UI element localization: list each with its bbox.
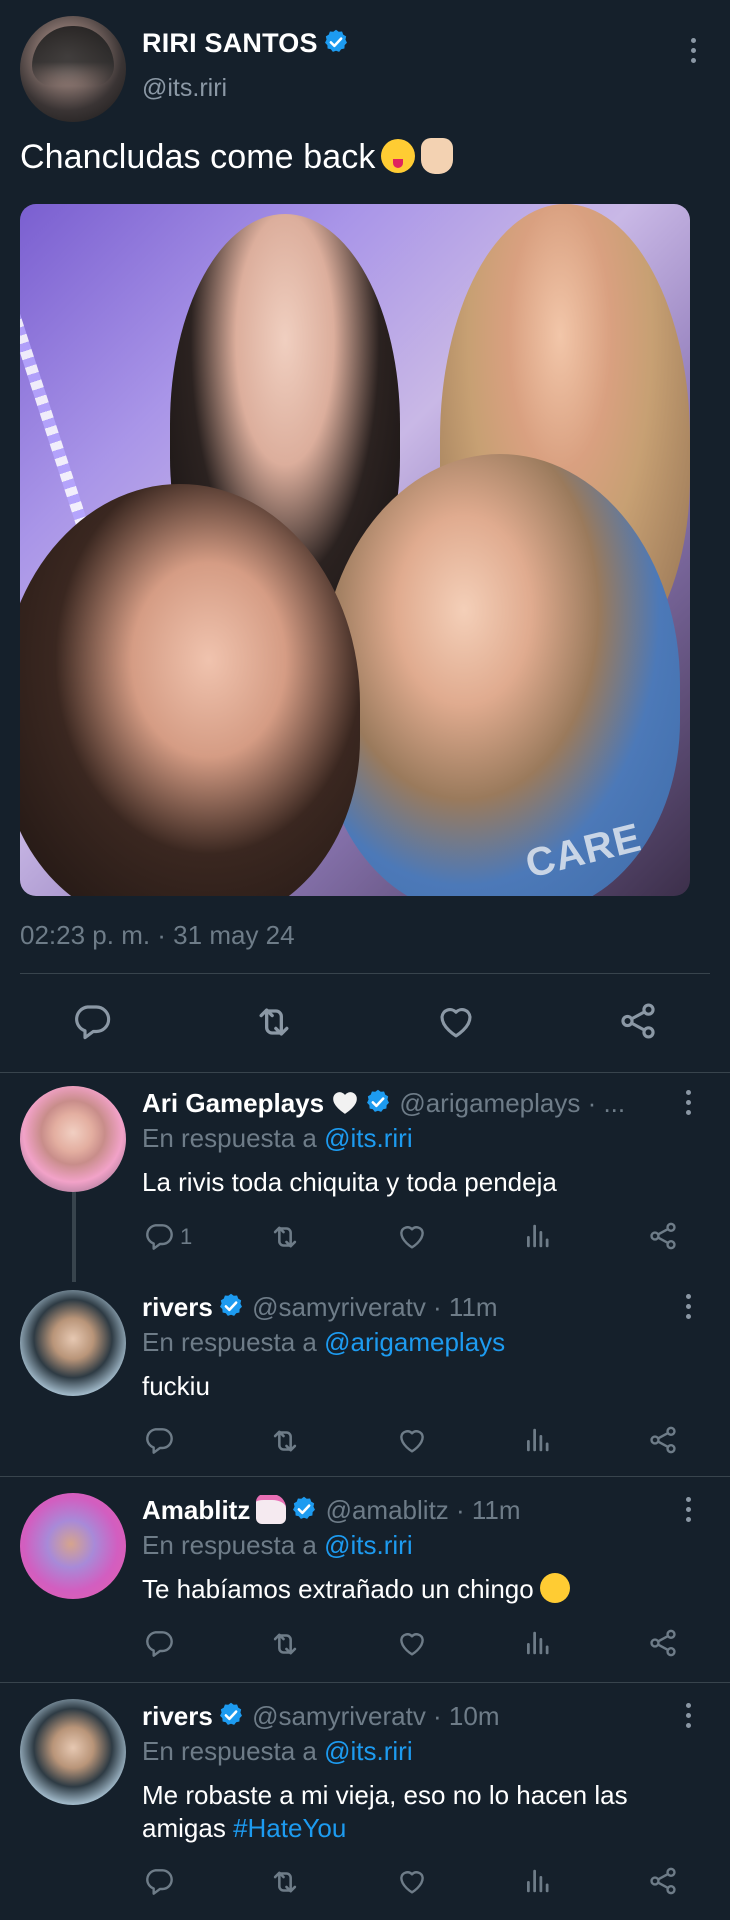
in-reply-to: En respuesta a @arigameplays [142, 1327, 505, 1358]
in-reply-to: En respuesta a @its.riri [142, 1123, 413, 1154]
in-reply-prefix: En respuesta a [142, 1327, 317, 1357]
reply-icon[interactable] [143, 1424, 175, 1456]
white-heart-emoji [333, 1092, 357, 1114]
unicorn-emoji [256, 1495, 287, 1525]
author-name[interactable]: RIRI SANTOS [142, 28, 318, 58]
views-icon[interactable] [522, 1220, 552, 1252]
share-icon[interactable] [647, 1220, 679, 1252]
reply-text: fuckiu [142, 1371, 210, 1401]
reply-text: La rivis toda chiquita y toda pendeja [142, 1167, 557, 1197]
divider [20, 973, 710, 974]
reply-count: 1 [180, 1224, 193, 1249]
reply-header: Ari Gameplays @arigameplays · ... [142, 1088, 682, 1119]
share-icon[interactable] [647, 1627, 679, 1659]
verified-badge-icon [217, 1292, 245, 1320]
pleading-face-emoji [539, 1573, 570, 1604]
in-reply-to: En respuesta a @its.riri [142, 1736, 413, 1767]
more-options-icon[interactable] [683, 38, 703, 72]
tweet-timestamp[interactable]: 02:23 p. m. · 31 may 24 [20, 920, 295, 951]
reply-avatar[interactable] [20, 1086, 126, 1192]
in-reply-prefix: En respuesta a [142, 1123, 317, 1153]
reply-icon[interactable] [143, 1865, 175, 1897]
retweet-icon[interactable] [268, 1865, 302, 1899]
more-options-icon[interactable] [678, 1090, 698, 1124]
reply-author-name[interactable]: Ari Gameplays [142, 1088, 324, 1118]
share-icon[interactable] [647, 1865, 679, 1897]
author-handle[interactable]: @its.riri [142, 74, 227, 103]
main-tweet-actions [0, 992, 730, 1052]
retweet-icon[interactable] [268, 1220, 302, 1254]
reply-icon[interactable] [143, 1627, 175, 1659]
verified-badge-icon [217, 1701, 245, 1729]
tweet-text-content: Chancludas come back [20, 138, 376, 176]
reply-actions [0, 1424, 730, 1460]
share-icon[interactable] [647, 1424, 679, 1456]
reply-text: Te habíamos extrañado un chingo [142, 1573, 682, 1606]
reply-author-name[interactable]: rivers [142, 1701, 213, 1731]
twitter-thread-screen: RIRI SANTOS @its.riri Chancludas come ba… [0, 0, 730, 1920]
reply-item[interactable]: rivers @samyriveratv · 10m En respuesta … [0, 1683, 730, 1920]
reply-text-content: Me robaste a mi vieja, eso no lo hacen l… [142, 1780, 628, 1843]
reply-text-content: Te habíamos extrañado un chingo [142, 1574, 534, 1604]
in-reply-prefix: En respuesta a [142, 1736, 317, 1766]
like-icon[interactable] [435, 1000, 477, 1042]
author-avatar[interactable] [20, 16, 126, 122]
more-options-icon[interactable] [678, 1497, 698, 1531]
reply-actions [0, 1865, 730, 1901]
reply-icon[interactable] [71, 1000, 113, 1042]
reply-author-name[interactable]: Amablitz [142, 1495, 250, 1525]
reply-handle-time[interactable]: @amablitz · 11m [326, 1495, 521, 1525]
reply-handle-time[interactable]: @samyriveratv · 11m [252, 1292, 498, 1322]
like-icon[interactable] [396, 1865, 428, 1897]
tweet-photo[interactable]: CARE [20, 204, 690, 896]
like-icon[interactable] [396, 1220, 428, 1252]
reply-header: rivers @samyriveratv · 11m [142, 1292, 682, 1323]
retweet-icon[interactable] [252, 1000, 296, 1044]
reply-handle-time[interactable]: @samyriveratv · 10m [252, 1701, 499, 1731]
rock-hand-emoji [421, 138, 454, 175]
mention-link[interactable]: @its.riri [324, 1530, 413, 1560]
views-icon[interactable] [522, 1865, 552, 1897]
reply-actions [0, 1627, 730, 1663]
like-icon[interactable] [396, 1424, 428, 1456]
in-reply-to: En respuesta a @its.riri [142, 1530, 413, 1561]
reply-item[interactable]: Amablitz @amablitz · 11m En respuesta a … [0, 1477, 730, 1681]
share-icon[interactable] [617, 1000, 659, 1042]
mention-link[interactable]: @arigameplays [324, 1327, 505, 1357]
reply-avatar[interactable] [20, 1699, 126, 1805]
tweet-text: Chancludas come back [20, 138, 454, 177]
author-name-row[interactable]: RIRI SANTOS [142, 28, 350, 59]
views-icon[interactable] [522, 1627, 552, 1659]
retweet-icon[interactable] [268, 1627, 302, 1661]
retweet-icon[interactable] [268, 1424, 302, 1458]
reply-text: Me robaste a mi vieja, eso no lo hacen l… [142, 1779, 682, 1845]
reply-avatar[interactable] [20, 1493, 126, 1599]
like-icon[interactable] [396, 1627, 428, 1659]
reply-handle-time[interactable]: @arigameplays · ... [399, 1088, 625, 1118]
hashtag-link[interactable]: #HateYou [233, 1813, 346, 1843]
verified-badge-icon [322, 28, 350, 56]
reply-header: Amablitz @amablitz · 11m [142, 1495, 682, 1527]
more-options-icon[interactable] [678, 1703, 698, 1737]
more-options-icon[interactable] [678, 1294, 698, 1328]
reply-header: rivers @samyriveratv · 10m [142, 1701, 682, 1732]
mention-link[interactable]: @its.riri [324, 1123, 413, 1153]
reply-actions: 1 [0, 1220, 730, 1256]
views-icon[interactable] [522, 1424, 552, 1456]
reply-item[interactable]: rivers @samyriveratv · 11m En respuesta … [0, 1276, 730, 1476]
verified-badge-icon [364, 1088, 392, 1116]
verified-badge-icon [290, 1495, 318, 1523]
mention-link[interactable]: @its.riri [324, 1736, 413, 1766]
reply-avatar[interactable] [20, 1290, 126, 1396]
reply-item[interactable]: Ari Gameplays @arigameplays · ... En res… [0, 1072, 730, 1282]
squinting-tongue-emoji [381, 139, 416, 174]
reply-author-name[interactable]: rivers [142, 1292, 213, 1322]
reply-icon[interactable] [143, 1220, 175, 1252]
in-reply-prefix: En respuesta a [142, 1530, 317, 1560]
main-tweet-header: RIRI SANTOS @its.riri [20, 16, 710, 124]
